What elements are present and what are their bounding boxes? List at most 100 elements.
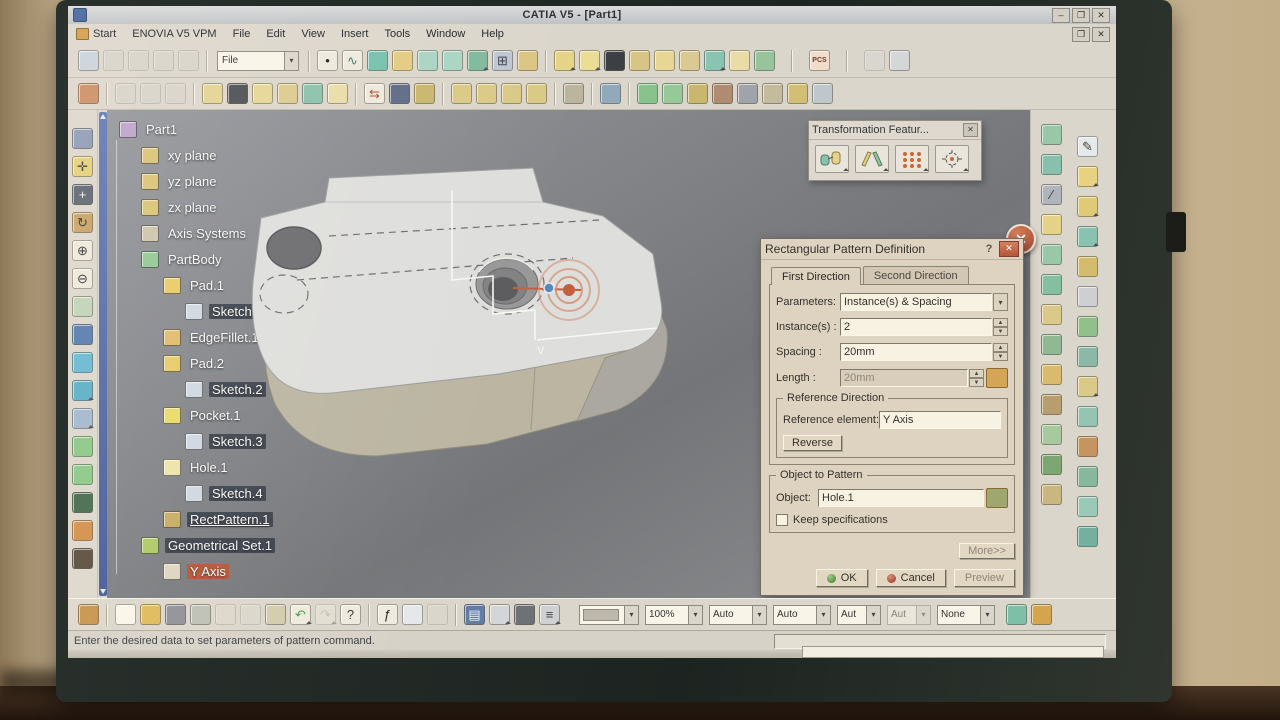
instances-spin-down[interactable]: ▼	[993, 327, 1008, 336]
painter-icon[interactable]	[1006, 604, 1027, 625]
preview-button[interactable]: Preview	[954, 569, 1015, 587]
stiffener-icon[interactable]	[1077, 376, 1098, 397]
extrude-surface-icon[interactable]	[1041, 244, 1062, 265]
hidden-tool-icon[interactable]	[427, 604, 448, 625]
ring-stack-icon[interactable]	[1041, 364, 1062, 385]
slot-icon[interactable]	[1077, 346, 1098, 367]
line-weight-dropdown[interactable]: Auto▾	[773, 605, 831, 625]
wireframe-book-icon[interactable]	[1041, 154, 1062, 175]
normal-view-icon[interactable]	[72, 296, 93, 317]
redo-icon[interactable]: ↷	[315, 604, 336, 625]
rib-icon[interactable]	[1077, 316, 1098, 337]
formula-fx-icon[interactable]: ƒ	[377, 604, 398, 625]
hole-top-left[interactable]	[267, 227, 321, 269]
multi-view-icon[interactable]	[72, 324, 93, 345]
sew-surface-icon[interactable]	[1077, 526, 1098, 547]
sponge-paint-icon[interactable]	[1041, 424, 1062, 445]
restore-button[interactable]: ❐	[1072, 8, 1090, 23]
lock-icon[interactable]	[514, 604, 535, 625]
people-share-icon[interactable]	[78, 83, 99, 104]
dialog-title-bar[interactable]: Rectangular Pattern Definition ? ✕	[761, 239, 1023, 260]
design-table-icon[interactable]: ▤	[464, 604, 485, 625]
line-type-dropdown[interactable]: Auto▾	[709, 605, 767, 625]
print-document-icon[interactable]	[190, 604, 211, 625]
gear-settings-icon[interactable]	[563, 83, 584, 104]
open-tray-icon[interactable]	[277, 83, 298, 104]
render-style-icon[interactable]	[72, 380, 93, 401]
green-cube-icon[interactable]	[302, 83, 323, 104]
stamp-tool-icon[interactable]	[1041, 394, 1062, 415]
measure-pen-icon[interactable]	[712, 83, 733, 104]
ground-icon[interactable]	[72, 548, 93, 569]
remove-loft-icon[interactable]	[1077, 436, 1098, 457]
spline-icon[interactable]: ∿	[342, 50, 363, 71]
send-mail-icon[interactable]	[103, 50, 124, 71]
transformation-toolbar-close-icon[interactable]: ✕	[963, 123, 978, 137]
flag-tool-icon[interactable]	[389, 83, 410, 104]
doc-page-icon[interactable]	[579, 50, 600, 71]
envelope-open-icon[interactable]	[729, 50, 750, 71]
dropdown-arrow-icon[interactable]: ▾	[866, 606, 880, 624]
surface-book-icon[interactable]	[1041, 124, 1062, 145]
keep-specifications-checkbox[interactable]	[776, 514, 788, 526]
cut-icon[interactable]	[215, 604, 236, 625]
spacing-input[interactable]: 20mm	[840, 343, 992, 361]
material-tray-icon[interactable]	[629, 50, 650, 71]
catalog-filter-icon[interactable]	[526, 83, 547, 104]
close-surface-icon[interactable]	[1077, 496, 1098, 517]
save-document-icon[interactable]	[165, 604, 186, 625]
ink-bottle-icon[interactable]	[414, 83, 435, 104]
swap-visible-space-icon[interactable]	[72, 464, 93, 485]
image-capture-icon[interactable]	[600, 83, 621, 104]
counterbore-hole[interactable]	[476, 258, 538, 309]
open-box-icon[interactable]	[679, 50, 700, 71]
rotate-icon[interactable]: ↻	[72, 212, 93, 233]
current-workbench-icon[interactable]	[78, 604, 99, 625]
iso-cube-icon[interactable]	[704, 50, 725, 71]
reference-element-input[interactable]: Y Axis	[879, 411, 1001, 429]
copy-stack-icon[interactable]	[812, 83, 833, 104]
pocket-icon[interactable]	[1077, 196, 1098, 217]
fly-mode-icon[interactable]	[72, 128, 93, 149]
menu-start[interactable]: Start	[68, 26, 124, 42]
wizard-pen-icon[interactable]	[1031, 604, 1052, 625]
whats-this-help-icon[interactable]: ?	[340, 604, 361, 625]
rock-texture-icon[interactable]	[1041, 334, 1062, 355]
fit-all-in-icon[interactable]: ✛	[72, 156, 93, 177]
pattern-rock-icon[interactable]	[1041, 484, 1062, 505]
orange-box-icon[interactable]	[72, 520, 93, 541]
check-doc-icon[interactable]	[754, 50, 775, 71]
rectangular-pattern-icon[interactable]	[895, 145, 929, 173]
file-type-combo[interactable]: File▾	[217, 51, 299, 71]
boundary-surface-icon[interactable]	[442, 50, 463, 71]
instances-input[interactable]: 2	[840, 318, 992, 336]
scan-doc-icon[interactable]	[165, 83, 186, 104]
point-symbol-dropdown[interactable]: Aut▾	[837, 605, 881, 625]
dialog-help-button[interactable]: ?	[982, 243, 996, 255]
spacing-spin-down[interactable]: ▼	[993, 352, 1008, 361]
tree-item-part1[interactable]: Part1	[109, 116, 275, 142]
undo-icon[interactable]: ↶	[290, 604, 311, 625]
surface-patch-icon[interactable]	[367, 50, 388, 71]
menu-edit[interactable]: Edit	[258, 26, 293, 42]
paste-image-icon[interactable]	[140, 83, 161, 104]
hole-icon[interactable]	[1077, 286, 1098, 307]
dropdown-arrow-icon[interactable]: ▾	[752, 606, 766, 624]
tree-item-y-axis[interactable]: Y Axis	[109, 558, 275, 584]
object-input[interactable]: Hole.1	[818, 489, 984, 507]
tab-first-direction[interactable]: First Direction	[771, 267, 861, 285]
framed-picture-icon[interactable]	[202, 83, 223, 104]
more-button[interactable]: More>>	[959, 543, 1015, 559]
open-document-icon[interactable]	[140, 604, 161, 625]
menu-file[interactable]: File	[225, 26, 259, 42]
tree-item-geometrical-set-1[interactable]: Geometrical Set.1	[109, 532, 275, 558]
new-document-icon[interactable]	[115, 604, 136, 625]
paste-special-icon[interactable]	[554, 50, 575, 71]
object-picker-icon[interactable]	[986, 488, 1008, 508]
join-surface-icon[interactable]	[467, 50, 488, 71]
tree-scrollbar[interactable]	[99, 112, 107, 596]
pad-icon[interactable]	[1077, 166, 1098, 187]
menu-enovia-v5-vpm[interactable]: ENOVIA V5 VPM	[124, 26, 224, 42]
column-ruler-icon[interactable]	[787, 83, 808, 104]
view-mode-icon[interactable]	[72, 408, 93, 429]
